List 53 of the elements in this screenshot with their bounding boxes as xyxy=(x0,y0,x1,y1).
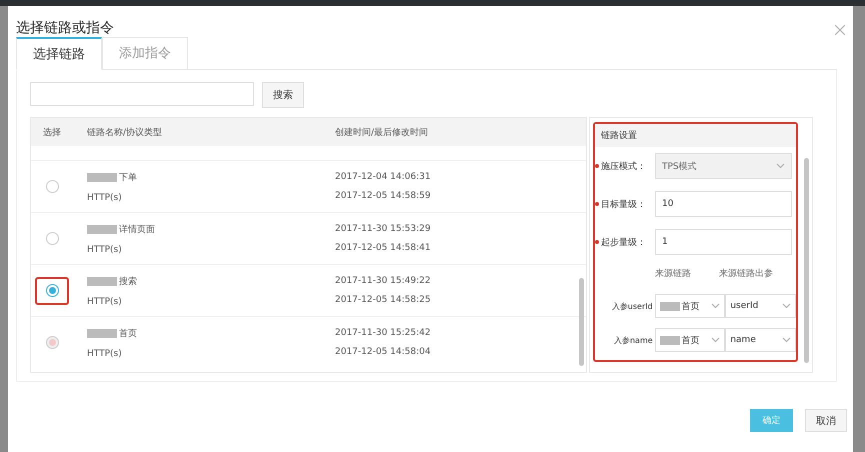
column-header: 选择 xyxy=(43,126,62,138)
column-header: 链路名称/协议类型 xyxy=(87,126,164,138)
field-label: 目标量级： xyxy=(595,198,655,210)
tab[interactable]: 选择链路 xyxy=(16,37,102,70)
scrollbar[interactable] xyxy=(579,278,584,366)
radio-button[interactable] xyxy=(46,180,58,193)
created-time: 2017-11-30 15:25:42 xyxy=(335,328,432,338)
redaction-block xyxy=(87,328,117,338)
scrollbar[interactable] xyxy=(804,158,809,363)
modified-time: 2017-12-05 14:58:25 xyxy=(335,295,432,305)
modified-time: 2017-12-05 14:58:04 xyxy=(335,347,432,357)
input-field[interactable]: 10 xyxy=(655,191,792,217)
radio-button[interactable] xyxy=(46,284,58,297)
column-header: 创建时间/最后修改时间 xyxy=(335,126,430,138)
output-select[interactable]: userId xyxy=(725,294,796,318)
redaction-block xyxy=(87,172,117,182)
field-label: 起步量级： xyxy=(595,236,655,248)
protocol-type: HTTP(s) xyxy=(87,348,123,358)
search-field[interactable] xyxy=(30,82,254,106)
chevron-down-icon xyxy=(711,303,720,309)
chevron-down-icon xyxy=(782,303,791,309)
search-button[interactable]: 搜索 xyxy=(262,82,304,108)
param-label: 入参userId xyxy=(610,300,654,312)
protocol-type: HTTP(s) xyxy=(87,296,123,306)
created-time: 2017-11-30 15:53:29 xyxy=(335,224,432,234)
redaction-block xyxy=(87,276,117,286)
chevron-down-icon xyxy=(711,337,720,343)
panel-title: 链路设置 xyxy=(595,124,796,147)
link-name: 首页 xyxy=(119,328,137,340)
chevron-down-icon xyxy=(782,337,791,343)
field-label: 施压模式： xyxy=(595,160,655,172)
cancel-button[interactable]: 取消 xyxy=(805,409,847,432)
column-header: 来源链路出参 xyxy=(719,268,773,280)
link-name: 详情页面 xyxy=(119,224,155,236)
chevron-down-icon xyxy=(776,163,785,169)
source-select[interactable]: 首页 xyxy=(654,328,726,352)
created-time: 2017-12-04 14:06:31 xyxy=(335,172,432,182)
param-label: 入参name xyxy=(612,334,654,346)
protocol-type: HTTP(s) xyxy=(87,192,123,202)
link-name: 下单 xyxy=(119,172,137,184)
column-header: 来源链路 xyxy=(655,268,691,280)
source-select[interactable]: 首页 xyxy=(654,294,726,318)
modified-time: 2017-12-05 14:58:59 xyxy=(335,191,432,201)
close-icon[interactable] xyxy=(835,25,845,35)
output-select[interactable]: name xyxy=(725,328,796,352)
redaction-block xyxy=(87,224,117,234)
protocol-type: HTTP(s) xyxy=(87,244,123,254)
input-field[interactable]: 1 xyxy=(655,229,792,255)
modified-time: 2017-12-05 14:58:41 xyxy=(335,243,432,253)
radio-button[interactable] xyxy=(46,232,58,245)
dialog-title: 选择链路或指令 xyxy=(16,19,114,37)
link-name: 搜索 xyxy=(119,276,137,288)
created-time: 2017-11-30 15:49:22 xyxy=(335,276,432,286)
